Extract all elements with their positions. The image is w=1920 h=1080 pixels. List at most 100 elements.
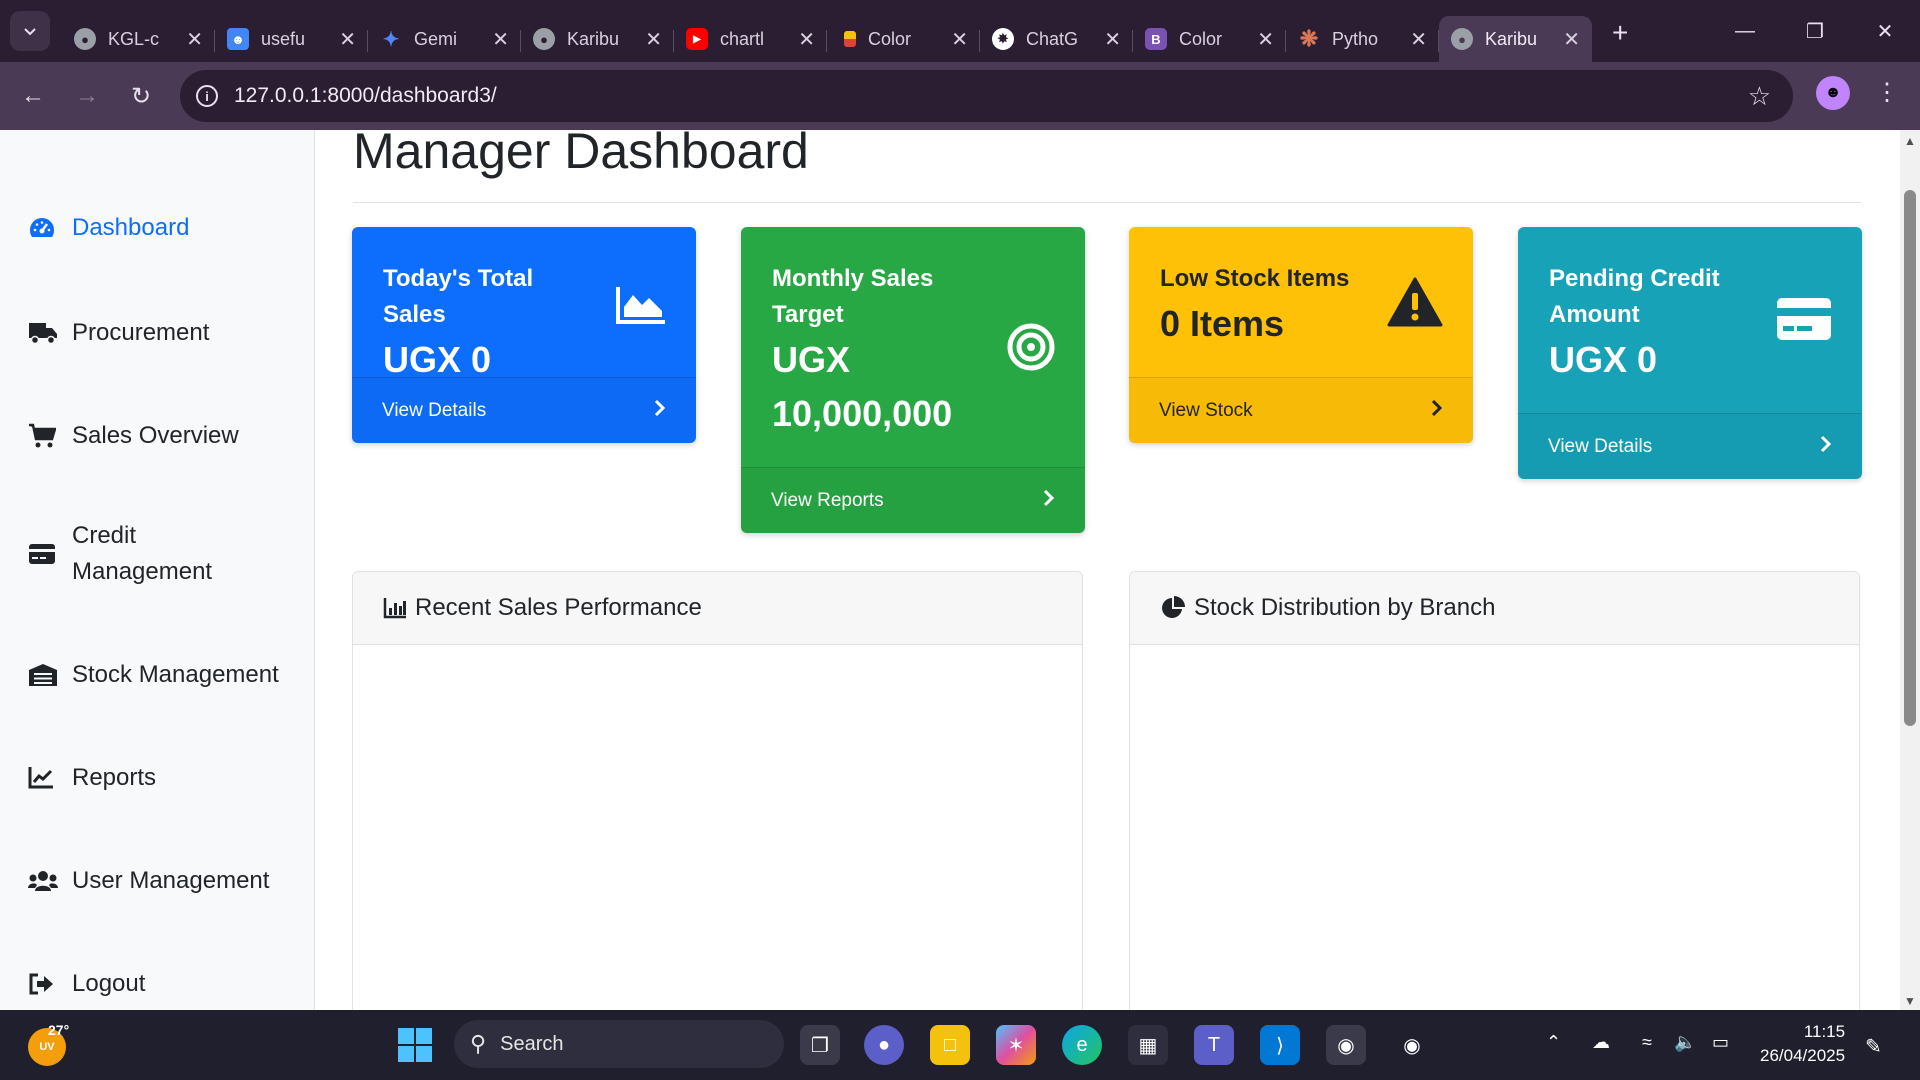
- gemini-icon: ✦: [382, 28, 400, 51]
- scroll-up-icon[interactable]: ▲: [1904, 134, 1916, 148]
- close-tab-icon[interactable]: ✕: [951, 27, 968, 52]
- tray-overflow-icon[interactable]: ⌃: [1546, 1032, 1561, 1053]
- vscode-icon[interactable]: ⟩: [1260, 1025, 1300, 1065]
- file-explorer-icon[interactable]: □: [930, 1025, 970, 1065]
- bar-chart-icon: [383, 597, 407, 619]
- tab-title: Pytho: [1332, 28, 1379, 49]
- battery-icon[interactable]: ▭: [1712, 1032, 1729, 1053]
- system-clock[interactable]: 11:15 26/04/2025: [1760, 1020, 1845, 1068]
- sidebar-item-procurement[interactable]: Procurement: [28, 315, 209, 351]
- chevron-right-icon: [1043, 489, 1055, 513]
- tab[interactable]: ▶ chartl ✕: [674, 16, 827, 62]
- sidebar-item-sales-overview[interactable]: Sales Overview: [28, 418, 239, 454]
- card-title: Today's Total Sales: [383, 265, 534, 328]
- bullseye-icon: [1007, 323, 1055, 376]
- address-bar[interactable]: i 127.0.0.1:8000/dashboard3/ ☆: [180, 70, 1793, 122]
- tab-title: Color: [1179, 28, 1223, 49]
- tab[interactable]: ✦ Gemi ✕: [368, 16, 521, 62]
- view-reports-link[interactable]: View Reports: [741, 467, 1085, 533]
- cart-icon: [28, 423, 60, 449]
- view-stock-link[interactable]: View Stock: [1129, 377, 1473, 443]
- browser-menu-icon[interactable]: ⋮: [1875, 78, 1899, 107]
- close-tab-icon[interactable]: ✕: [492, 27, 509, 52]
- tab[interactable]: B Color ✕: [1133, 16, 1286, 62]
- new-tab-button[interactable]: +: [1612, 17, 1628, 49]
- chevron-right-icon: [1431, 399, 1443, 423]
- divider: [353, 202, 1861, 203]
- sidebar-item-user-management[interactable]: User Management: [28, 863, 269, 899]
- close-tab-icon[interactable]: ✕: [1410, 27, 1427, 52]
- bookmark-star-icon[interactable]: ☆: [1748, 81, 1771, 112]
- credit-card-icon: [28, 543, 60, 565]
- notifications-icon[interactable]: ✎: [1865, 1034, 1882, 1059]
- taskbar-search-box[interactable]: ⚲ Search: [454, 1020, 784, 1068]
- card-value: 0 Items: [1160, 303, 1285, 344]
- back-arrow-icon[interactable]: ←: [6, 82, 60, 110]
- sidebar-item-label: Dashboard: [72, 214, 190, 241]
- globe-icon: ●: [533, 28, 555, 50]
- site-info-icon[interactable]: i: [196, 85, 218, 107]
- stock-distribution-panel: Stock Distribution by Branch: [1129, 571, 1860, 1010]
- tab[interactable]: ❋ Pytho ✕: [1286, 16, 1439, 62]
- search-placeholder: Search: [500, 1032, 564, 1055]
- tab[interactable]: ● Karibu ✕: [521, 16, 674, 62]
- sidebar-item-logout[interactable]: Logout: [28, 966, 145, 1002]
- close-tab-icon[interactable]: ✕: [186, 27, 203, 52]
- tab[interactable]: ● KGL-c ✕: [62, 16, 215, 62]
- bootstrap-icon: B: [1145, 28, 1167, 50]
- weather-temperature: 27°: [48, 1022, 70, 1038]
- copilot-icon[interactable]: ✶: [996, 1025, 1036, 1065]
- onedrive-icon[interactable]: ☁: [1592, 1032, 1610, 1053]
- restore-icon[interactable]: ❐: [1780, 0, 1850, 62]
- view-details-link[interactable]: View Details: [1518, 413, 1862, 479]
- page-scrollbar[interactable]: ▲ ▼: [1900, 130, 1920, 1010]
- scrollbar-thumb[interactable]: [1904, 190, 1916, 726]
- close-tab-icon[interactable]: ✕: [1257, 27, 1274, 52]
- teams-icon[interactable]: T: [1194, 1025, 1234, 1065]
- volume-icon[interactable]: 🔈: [1674, 1032, 1696, 1053]
- forward-arrow-icon[interactable]: →: [60, 82, 114, 110]
- sidebar-item-reports[interactable]: Reports: [28, 760, 156, 796]
- clock-time: 11:15: [1803, 1022, 1846, 1041]
- window-controls: — ❐ ✕: [1710, 0, 1920, 62]
- task-view-icon[interactable]: ❐: [800, 1025, 840, 1065]
- minimize-icon[interactable]: —: [1710, 0, 1780, 62]
- tab-title: Gemi: [414, 28, 458, 49]
- reload-icon[interactable]: ↻: [114, 82, 168, 111]
- tab[interactable]: ✸ ChatG ✕: [980, 16, 1133, 62]
- scroll-down-icon[interactable]: ▼: [1904, 994, 1916, 1008]
- close-tab-icon[interactable]: ✕: [798, 27, 815, 52]
- sales-performance-panel: Recent Sales Performance: [352, 571, 1083, 1010]
- gauge-icon: [28, 215, 60, 241]
- tab-title: chartl: [720, 28, 765, 49]
- sidebar-item-credit-management[interactable]: Credit Management: [28, 518, 242, 590]
- close-tab-icon[interactable]: ✕: [645, 27, 662, 52]
- tab-search-button[interactable]: [10, 11, 50, 51]
- close-tab-icon[interactable]: ✕: [1104, 27, 1121, 52]
- sidebar-item-stock-management[interactable]: Stock Management: [28, 657, 279, 693]
- card-footer-label: View Stock: [1159, 399, 1253, 421]
- tab-active[interactable]: ● Karibu ✕: [1439, 16, 1592, 62]
- wifi-icon[interactable]: ≈: [1642, 1032, 1652, 1053]
- store-icon[interactable]: ▦: [1128, 1025, 1168, 1065]
- tab[interactable]: Color ✕: [827, 16, 980, 62]
- close-window-icon[interactable]: ✕: [1850, 0, 1920, 62]
- chrome-icon[interactable]: ◉: [1326, 1025, 1366, 1065]
- panel-title: Recent Sales Performance: [415, 594, 702, 621]
- meet-icon[interactable]: ●: [864, 1025, 904, 1065]
- os-taskbar: UV 27° ⚲ Search ❐ ● □ ✶ e ▦ T ⟩ ◉ ◉ ⌃ ☁ …: [0, 1010, 1920, 1080]
- tab-title: KGL-c: [108, 28, 160, 49]
- close-tab-icon[interactable]: ✕: [339, 27, 356, 52]
- search-icon: ⚲: [470, 1031, 487, 1056]
- sidebar: Dashboard Procurement Sales Overview Cre…: [0, 130, 315, 1010]
- windows-start-icon[interactable]: [398, 1028, 432, 1062]
- sidebar-item-dashboard[interactable]: Dashboard: [28, 210, 189, 246]
- tab[interactable]: ☻ usefu ✕: [215, 16, 368, 62]
- globe-icon: ●: [74, 28, 96, 50]
- pie-chart-icon: [1160, 595, 1186, 621]
- close-tab-icon[interactable]: ✕: [1563, 27, 1580, 52]
- edge-icon[interactable]: e: [1062, 1025, 1102, 1065]
- profile-avatar-icon[interactable]: ☻: [1816, 76, 1850, 110]
- url-text[interactable]: 127.0.0.1:8000/dashboard3/: [234, 84, 497, 108]
- chrome-profile-icon[interactable]: ◉: [1392, 1025, 1432, 1065]
